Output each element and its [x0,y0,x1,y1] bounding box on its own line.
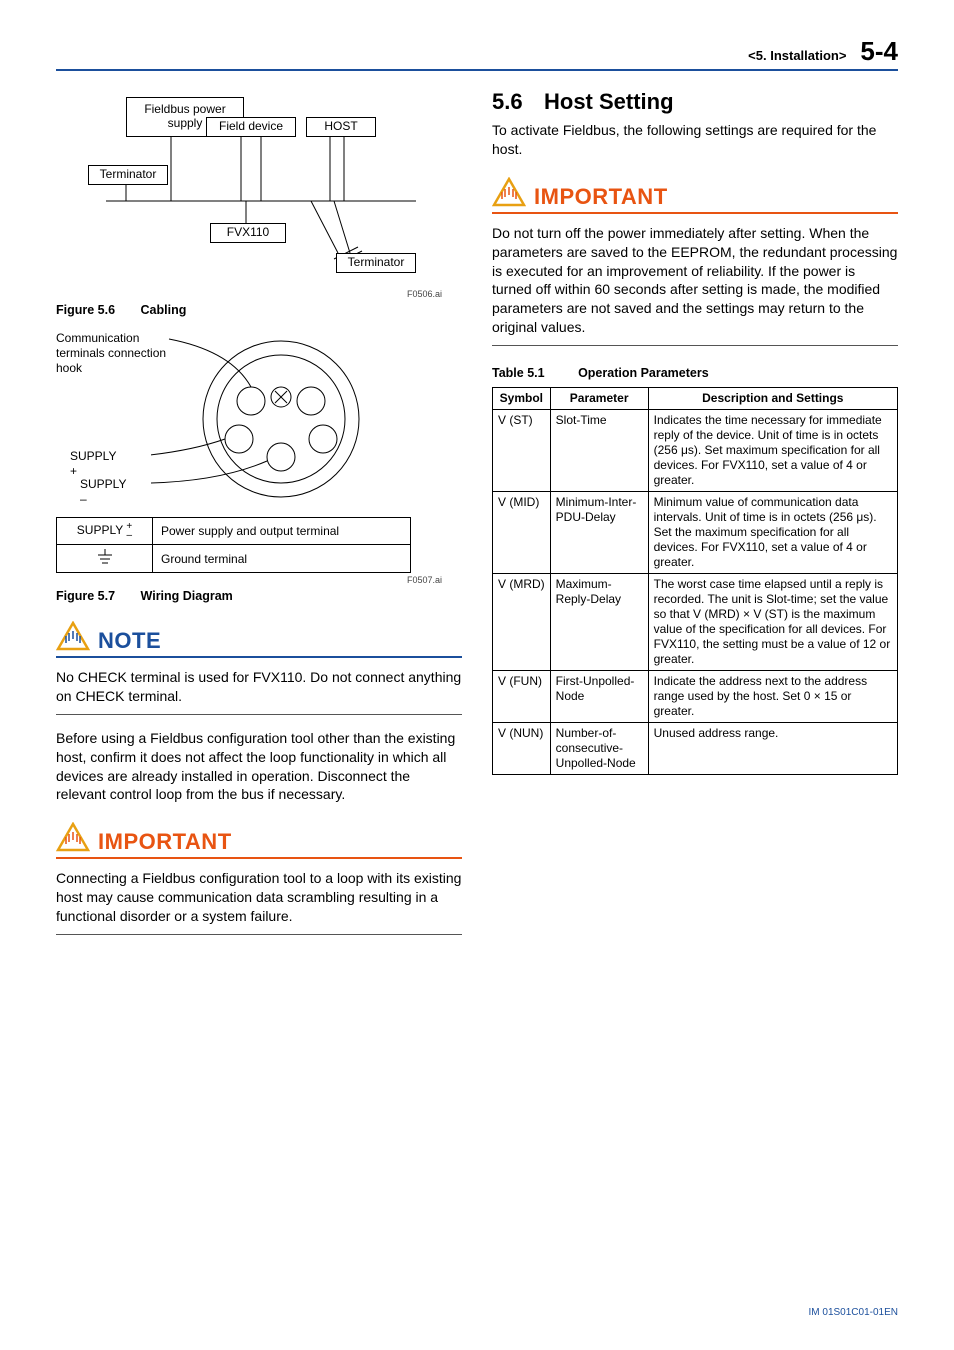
wiring-svg [151,331,411,511]
cell-parameter: Number-of-consecutive-Unpolled-Node [550,723,648,775]
cell-description: Minimum value of communication data inte… [648,492,897,574]
cell-parameter: Minimum-Inter-PDU-Delay [550,492,648,574]
supply-label: SUPPLY [77,523,123,537]
box-fvx110: FVX110 [210,223,286,243]
left-column: Fieldbus power supply Field device HOST … [56,89,462,935]
table-caption-51: Table 5.1 Operation Parameters [492,366,898,380]
section-title: Host Setting [544,89,674,115]
figure-cabling: Fieldbus power supply Field device HOST … [86,93,426,283]
cell-parameter: Slot-Time [550,410,648,492]
important-title: IMPORTANT [534,184,668,210]
th-desc: Description and Settings [648,388,897,410]
page-number: 5-4 [860,36,898,67]
cell-symbol: V (MRD) [493,574,551,671]
box-host: HOST [306,117,376,137]
note-title: NOTE [98,628,161,654]
th-symbol: Symbol [493,388,551,410]
important-callout-left: IMPORTANT Connecting a Fieldbus configur… [56,822,462,935]
footer-docid: IM 01S01C01-01EN [809,1307,899,1318]
important-title: IMPORTANT [98,829,232,855]
figure-ref-0507: F0507.ai [56,575,442,585]
important-callout-right: IMPORTANT Do not turn off the power imme… [492,177,898,346]
cell-parameter: Maximum-Reply-Delay [550,574,648,671]
figure-title: Cabling [141,303,187,317]
operation-parameters-table: Symbol Parameter Description and Setting… [492,387,898,775]
cell-description: Indicate the address next to the address… [648,671,897,723]
cell-description: Unused address range. [648,723,897,775]
cell-description: The worst case time elapsed until a repl… [648,574,897,671]
supply-label-cell: SUPPLY +– [57,518,153,545]
section-number: 5.6 [492,89,544,115]
figure-caption-57: Figure 5.7 Wiring Diagram [56,589,462,603]
table-row: V (ST)Slot-TimeIndicates the time necess… [493,410,898,492]
important-body: Do not turn off the power immediately af… [492,220,898,346]
right-column: 5.6 Host Setting To activate Fieldbus, t… [492,89,898,935]
plus-minus-icon: +– [126,522,132,540]
supply-table: SUPPLY +– Power supply and output termin… [56,517,411,573]
important-triangle-icon [56,822,90,855]
ground-icon [96,549,114,565]
table-row: V (NUN)Number-of-consecutive-Unpolled-No… [493,723,898,775]
box-terminator-left: Terminator [88,165,168,185]
note-callout: NOTE No CHECK terminal is used for FVX11… [56,621,462,715]
cell-symbol: V (NUN) [493,723,551,775]
figure-number: Figure 5.6 [56,303,115,317]
cell-symbol: V (MID) [493,492,551,574]
label-supply-plus: SUPPLY + [70,449,116,479]
cell-symbol: V (ST) [493,410,551,492]
table-row: V (FUN)First-Unpolled-NodeIndicate the a… [493,671,898,723]
figure-number: Figure 5.7 [56,589,115,603]
note-triangle-icon [56,621,90,654]
important-body: Connecting a Fieldbus configuration tool… [56,865,462,935]
ground-desc: Ground terminal [153,545,411,573]
figure-caption-56: Figure 5.6 Cabling [56,303,462,317]
table-title: Operation Parameters [578,366,709,380]
important-triangle-icon [492,177,526,210]
box-field-device: Field device [206,117,296,137]
th-parameter: Parameter [550,388,648,410]
section-intro: To activate Fieldbus, the following sett… [492,121,898,159]
body-paragraph: Before using a Fieldbus configuration to… [56,729,462,805]
table-row: V (MRD)Maximum-Reply-DelayThe worst case… [493,574,898,671]
box-terminator-right: Terminator [336,253,416,273]
supply-desc: Power supply and output terminal [153,518,411,545]
page-header: <5. Installation> 5-4 [56,36,898,71]
ground-symbol-cell [57,545,153,573]
section-heading: 5.6 Host Setting [492,89,898,115]
cell-description: Indicates the time necessary for immedia… [648,410,897,492]
table-row: V (MID)Minimum-Inter-PDU-DelayMinimum va… [493,492,898,574]
figure-ref-0506: F0506.ai [56,289,442,299]
breadcrumb: <5. Installation> [748,48,846,63]
label-supply-minus: SUPPLY – [80,477,126,507]
cell-symbol: V (FUN) [493,671,551,723]
figure-title: Wiring Diagram [141,589,233,603]
cell-parameter: First-Unpolled-Node [550,671,648,723]
figure-wiring: Communication terminals connection hook … [56,331,462,511]
table-number: Table 5.1 [492,366,545,380]
note-body: No CHECK terminal is used for FVX110. Do… [56,664,462,715]
